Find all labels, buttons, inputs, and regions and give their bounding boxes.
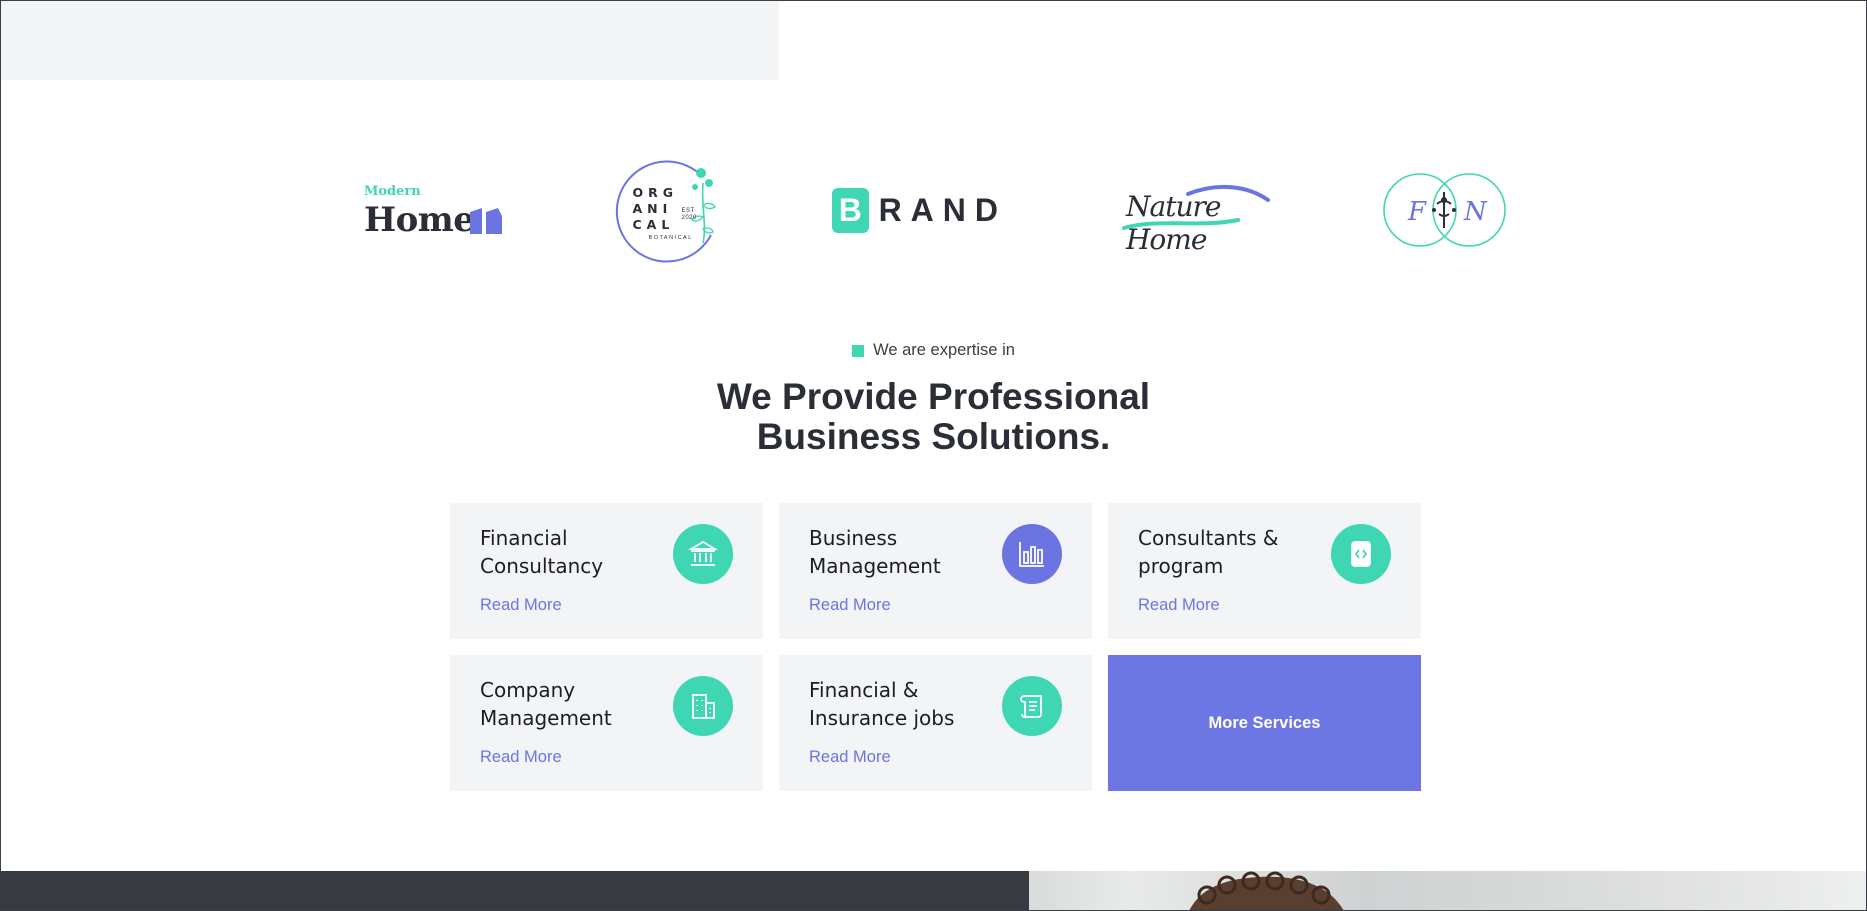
eyebrow-text: We are expertise in — [873, 341, 1015, 359]
service-title-line-2: Insurance jobs — [809, 706, 955, 730]
more-services-button[interactable]: More Services — [1108, 655, 1421, 791]
building-icon — [673, 676, 733, 736]
bank-icon — [673, 524, 733, 584]
logo-nature-home[interactable]: Nature Home — [1118, 150, 1278, 270]
service-title: Business Management — [809, 524, 1009, 580]
organical-line-2: ANI — [632, 201, 673, 216]
service-title: Financial Consultancy — [480, 524, 680, 580]
service-card-consultants-program: Consultants & program Read More — [1108, 503, 1421, 639]
svg-text:F: F — [1407, 197, 1427, 227]
service-card-financial-insurance: Financial & Insurance jobs Read More — [779, 655, 1092, 791]
bar-chart-icon — [1002, 524, 1062, 584]
eyebrow-square-icon — [852, 344, 865, 357]
modern-home-shape-icon — [470, 208, 502, 234]
service-title-line-2: Management — [480, 706, 612, 730]
read-more-link[interactable]: Read More — [480, 596, 562, 615]
read-more-link[interactable]: Read More — [480, 748, 562, 767]
service-title-line-1: Financial & — [809, 678, 919, 702]
logo-organical[interactable]: ORG ANI CAL EST 2020 BOTANICAL — [612, 150, 727, 270]
service-card-business-management: Business Management Read More — [779, 503, 1092, 639]
svg-text:N: N — [1463, 197, 1488, 227]
organical-line-3: CAL — [632, 217, 675, 232]
brand-word: RAND — [878, 191, 1007, 228]
service-title-line-1: Company — [480, 678, 576, 702]
scroll-icon — [1002, 676, 1062, 736]
service-title-line-2: program — [1138, 554, 1224, 578]
bottom-photo — [1029, 871, 1867, 911]
logo-modern-small: Modern — [364, 184, 421, 199]
logo-brand[interactable]: B RAND — [832, 150, 1007, 270]
service-title: Financial & Insurance jobs — [809, 676, 1009, 732]
bottom-dark-panel — [1, 871, 1029, 911]
service-title: Company Management — [480, 676, 680, 732]
read-more-link[interactable]: Read More — [1138, 596, 1220, 615]
service-card-company-management: Company Management Read More — [450, 655, 763, 791]
organical-est: EST — [681, 208, 695, 214]
organical-line-1: ORG — [632, 185, 679, 200]
service-title-line-1: Financial — [480, 526, 568, 550]
section-title-line-2: Business Solutions. — [756, 416, 1111, 457]
organical-year: 2020 — [681, 215, 697, 221]
read-more-link[interactable]: Read More — [809, 748, 891, 767]
florals-emblem-icon: F N — [1383, 173, 1506, 247]
logo-modern-big: Home — [364, 200, 475, 240]
service-title: Consultants & program — [1138, 524, 1338, 580]
code-icon — [1331, 524, 1391, 584]
client-logos: Modern Home ORG ANI CAL EST 2020 BOTANIC… — [0, 150, 1867, 270]
service-card-financial-consultancy: Financial Consultancy Read More — [450, 503, 763, 639]
services-grid: Financial Consultancy Read More Business… — [450, 503, 1421, 791]
service-title-line-1: Business — [809, 526, 898, 550]
section-title-line-1: We Provide Professional — [716, 376, 1151, 417]
logo-modern-home[interactable]: Modern Home — [362, 150, 507, 270]
read-more-link[interactable]: Read More — [809, 596, 891, 615]
section-title: We Provide Professional Business Solutio… — [0, 377, 1867, 457]
top-grey-block — [1, 1, 779, 80]
nature-home-text: Nature Home — [1126, 190, 1221, 256]
person-photo-icon — [1189, 871, 1344, 911]
organical-sub: BOTANICAL — [648, 235, 693, 241]
service-title-line-2: Consultancy — [480, 554, 604, 578]
logo-florals[interactable]: F N — [1382, 150, 1507, 270]
section-eyebrow: We are expertise in — [0, 341, 1867, 360]
brand-badge: B — [832, 187, 869, 233]
service-title-line-2: Management — [809, 554, 941, 578]
service-title-line-1: Consultants & — [1138, 526, 1279, 550]
